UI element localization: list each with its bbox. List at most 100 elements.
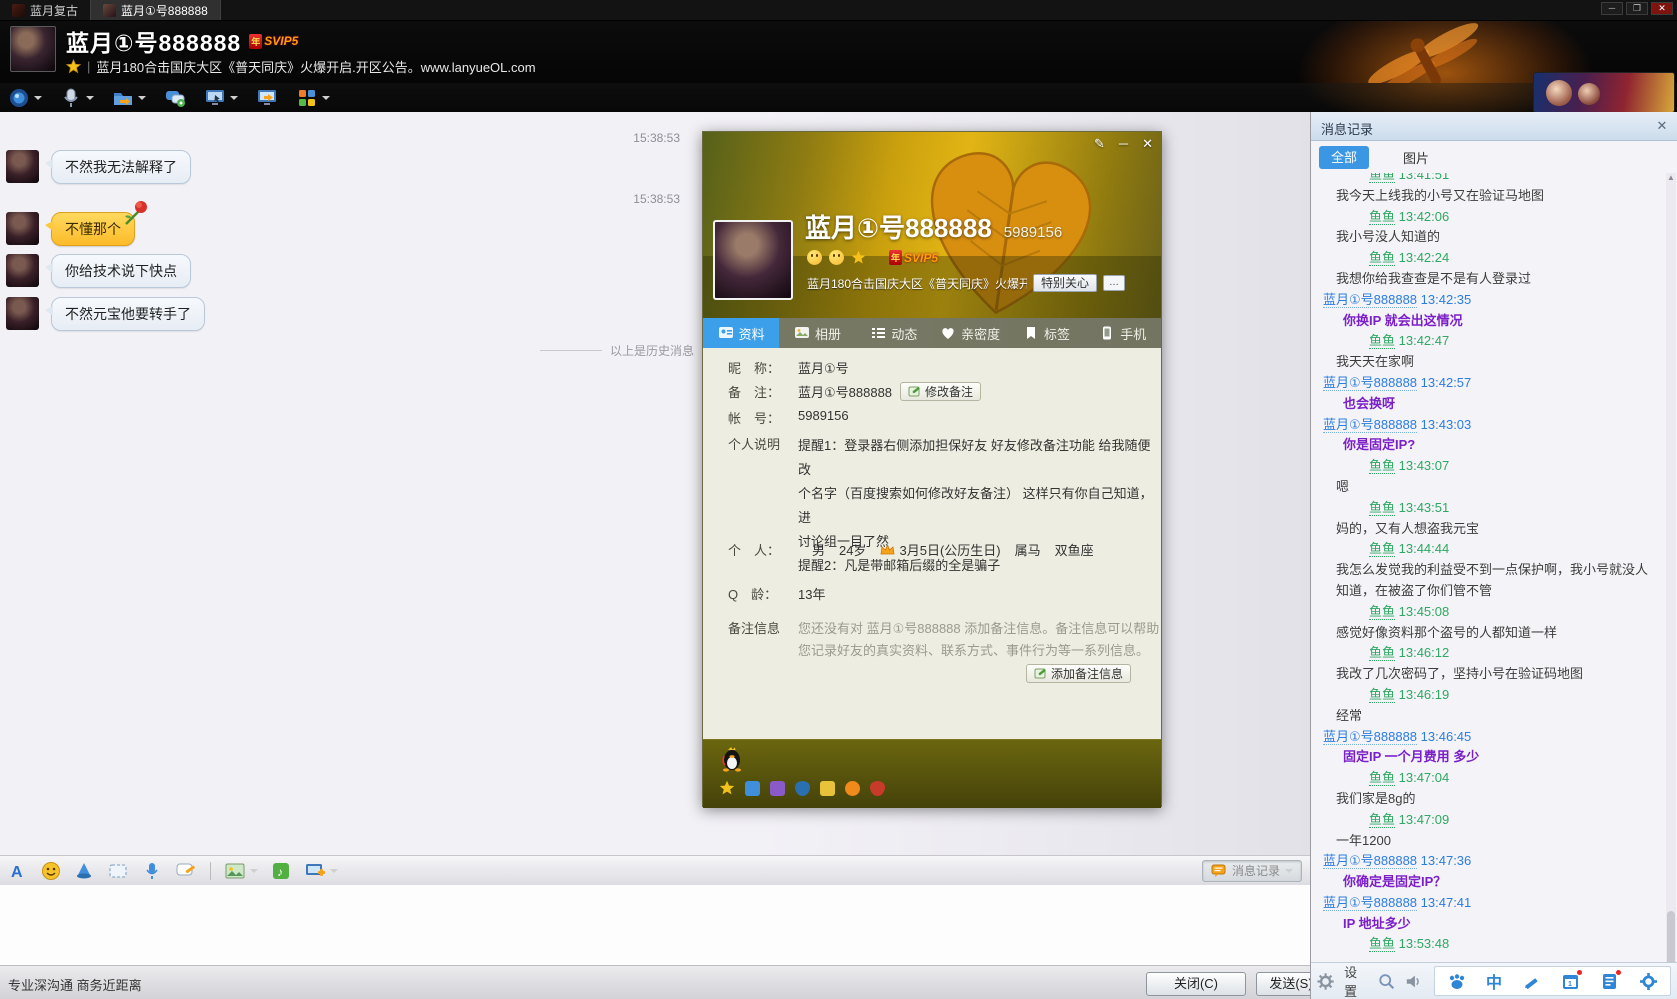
mail-icon[interactable] bbox=[820, 781, 835, 796]
sender-name[interactable]: 鱼鱼 bbox=[1369, 458, 1395, 474]
coin-icon[interactable] bbox=[845, 781, 860, 796]
remote-desktop-button[interactable] bbox=[204, 87, 238, 109]
history-sender-line[interactable]: 鱼鱼 13:42:06 bbox=[1311, 207, 1667, 228]
svip-badge[interactable]: 年 SVIP5 bbox=[249, 34, 298, 49]
sender-name[interactable]: 鱼鱼 bbox=[1369, 936, 1395, 952]
message-bubble[interactable]: 不懂那个 bbox=[51, 212, 135, 246]
sender-avatar[interactable] bbox=[6, 212, 39, 245]
sender-name[interactable]: 鱼鱼 bbox=[1369, 541, 1395, 557]
history-sender-line[interactable]: 蓝月①号888888 13:42:57 bbox=[1311, 373, 1667, 394]
profile-avatar[interactable] bbox=[713, 220, 793, 300]
history-sender-line[interactable]: 鱼鱼 13:47:04 bbox=[1311, 768, 1667, 789]
tab-all[interactable]: 全部 bbox=[1319, 146, 1369, 169]
close-chat-button[interactable]: 关闭(C) bbox=[1146, 972, 1246, 996]
qzone-icon[interactable] bbox=[745, 781, 760, 796]
profile-tab-标签[interactable]: 标签 bbox=[1008, 318, 1084, 348]
history-sender-line[interactable]: 鱼鱼 13:44:44 bbox=[1311, 539, 1667, 560]
star-badge-icon[interactable] bbox=[851, 250, 866, 265]
sender-name[interactable]: 鱼鱼 bbox=[1369, 209, 1395, 225]
profile-tab-动态[interactable]: 动态 bbox=[856, 318, 932, 348]
music-share-icon[interactable]: ♪ bbox=[271, 861, 291, 881]
minimize-button[interactable]: ─ bbox=[1601, 2, 1623, 15]
settings-label[interactable]: 设置 bbox=[1344, 962, 1368, 999]
profile-tab-资料[interactable]: 资料 bbox=[703, 318, 779, 348]
sender-name[interactable]: 鱼鱼 bbox=[1369, 770, 1395, 786]
translate-icon[interactable]: 中 bbox=[1486, 969, 1502, 993]
sender-name[interactable]: 鱼鱼 bbox=[1369, 812, 1395, 828]
emoji-icon[interactable] bbox=[41, 861, 61, 881]
minimize-card-icon[interactable]: ─ bbox=[1119, 136, 1128, 152]
font-style-icon[interactable]: A bbox=[8, 861, 28, 881]
notes-icon[interactable] bbox=[1600, 972, 1619, 991]
close-card-icon[interactable]: ✕ bbox=[1142, 136, 1153, 152]
add-note-button[interactable]: 添加备注信息 bbox=[1026, 664, 1131, 683]
screen-capture-icon[interactable] bbox=[107, 861, 129, 881]
emoji-badge-icon[interactable] bbox=[829, 250, 844, 265]
calendar-icon[interactable]: 1 bbox=[1561, 972, 1580, 991]
history-sender-line[interactable]: 鱼鱼 13:43:51 bbox=[1311, 498, 1667, 519]
history-sender-line[interactable]: 蓝月①号888888 13:43:03 bbox=[1311, 415, 1667, 436]
sender-name[interactable]: 鱼鱼 bbox=[1369, 604, 1395, 620]
more-options-icon[interactable]: … bbox=[1103, 275, 1125, 291]
history-sender-line[interactable]: 蓝月①号888888 13:47:41 bbox=[1311, 893, 1667, 914]
chat-tab-lanyue-fugu[interactable]: 蓝月复古 bbox=[0, 0, 90, 20]
history-sender-line[interactable]: 鱼鱼 13:45:08 bbox=[1311, 602, 1667, 623]
settings-gear-icon[interactable] bbox=[1317, 972, 1334, 991]
history-sender-line[interactable]: 鱼鱼 13:46:19 bbox=[1311, 685, 1667, 706]
panel-gear-icon[interactable] bbox=[1639, 972, 1658, 991]
friends-net-icon[interactable] bbox=[770, 781, 785, 796]
tab-images[interactable]: 图片 bbox=[1403, 148, 1429, 167]
sender-avatar[interactable] bbox=[6, 150, 39, 183]
file-transfer-button[interactable] bbox=[112, 87, 146, 109]
sender-name[interactable]: 鱼鱼 bbox=[1369, 173, 1395, 183]
profile-tab-相册[interactable]: 相册 bbox=[779, 318, 855, 348]
security-shield-icon[interactable] bbox=[795, 781, 810, 796]
message-history-toggle-button[interactable]: 消息记录 bbox=[1202, 860, 1302, 882]
history-sender-line[interactable]: 鱼鱼 13:41:51 bbox=[1311, 173, 1667, 186]
sender-avatar[interactable] bbox=[6, 297, 39, 330]
history-sender-line[interactable]: 鱼鱼 13:42:47 bbox=[1311, 331, 1667, 352]
profile-tab-手机[interactable]: 手机 bbox=[1085, 318, 1161, 348]
send-image-button[interactable] bbox=[224, 861, 258, 881]
history-sender-line[interactable]: 鱼鱼 13:46:12 bbox=[1311, 643, 1667, 664]
game-ad-banner[interactable] bbox=[1534, 73, 1674, 112]
sender-name[interactable]: 蓝月①号888888 bbox=[1323, 853, 1417, 869]
history-sender-line[interactable]: 鱼鱼 13:42:24 bbox=[1311, 248, 1667, 269]
sender-name[interactable]: 鱼鱼 bbox=[1369, 333, 1395, 349]
history-sender-line[interactable]: 蓝月①号888888 13:46:45 bbox=[1311, 727, 1667, 748]
voice-call-button[interactable] bbox=[60, 87, 94, 109]
video-call-button[interactable] bbox=[8, 87, 42, 109]
history-sender-line[interactable]: 蓝月①号888888 13:42:35 bbox=[1311, 290, 1667, 311]
history-sender-line[interactable]: 鱼鱼 13:43:07 bbox=[1311, 456, 1667, 477]
sender-name[interactable]: 蓝月①号888888 bbox=[1323, 729, 1417, 745]
history-sender-line[interactable]: 鱼鱼 13:53:48 bbox=[1311, 934, 1667, 955]
message-bubble[interactable]: 你给技术说下快点 bbox=[51, 254, 191, 288]
pencil-icon[interactable] bbox=[1522, 972, 1541, 991]
close-history-panel-icon[interactable]: ✕ bbox=[1653, 117, 1671, 135]
paw-icon[interactable] bbox=[1447, 972, 1466, 991]
sender-name[interactable]: 蓝月①号888888 bbox=[1323, 417, 1417, 433]
search-icon[interactable] bbox=[1378, 972, 1395, 991]
sender-name[interactable]: 鱼鱼 bbox=[1369, 250, 1395, 266]
special-care-button[interactable]: 特别关心 bbox=[1033, 274, 1097, 292]
message-bubble[interactable]: 不然我无法解释了 bbox=[51, 150, 191, 184]
apps-button[interactable] bbox=[296, 87, 330, 109]
sender-avatar[interactable] bbox=[6, 254, 39, 287]
sender-name[interactable]: 鱼鱼 bbox=[1369, 645, 1395, 661]
doodle-icon[interactable] bbox=[175, 861, 197, 881]
window-shake-icon[interactable] bbox=[74, 861, 94, 881]
history-sender-line[interactable]: 蓝月①号888888 13:47:36 bbox=[1311, 851, 1667, 872]
history-scrollbar[interactable]: ▲ ▼ bbox=[1666, 173, 1676, 999]
screen-share-button[interactable] bbox=[256, 87, 278, 109]
edit-remark-button[interactable]: 修改备注 bbox=[900, 382, 981, 401]
create-session-button[interactable] bbox=[164, 87, 186, 109]
history-sender-line[interactable]: 鱼鱼 13:47:09 bbox=[1311, 810, 1667, 831]
sender-name[interactable]: 鱼鱼 bbox=[1369, 687, 1395, 703]
emoji-badge-icon[interactable] bbox=[807, 250, 822, 265]
voice-message-icon[interactable] bbox=[142, 861, 162, 881]
friend-avatar[interactable] bbox=[10, 26, 56, 72]
scroll-up-icon[interactable]: ▲ bbox=[1667, 173, 1675, 183]
sender-name[interactable]: 鱼鱼 bbox=[1369, 500, 1395, 516]
message-bubble[interactable]: 不然元宝他要转手了 bbox=[51, 297, 205, 331]
chat-tab-lanyue-888888[interactable]: 蓝月①号888888 bbox=[90, 0, 221, 20]
